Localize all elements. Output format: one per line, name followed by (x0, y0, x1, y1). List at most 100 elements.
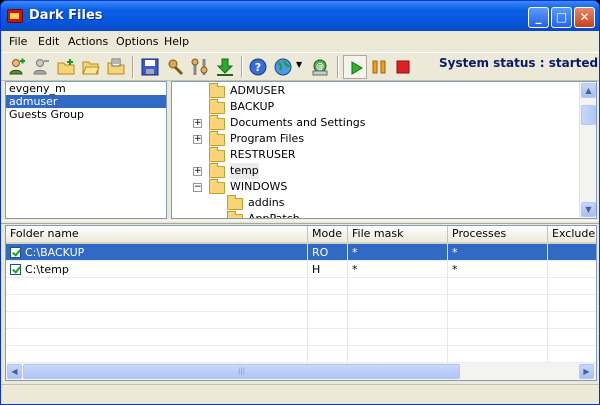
scroll-down-icon[interactable]: ▼ (581, 202, 596, 217)
network-icon[interactable]: @ (311, 58, 329, 76)
cell-folder: C:\temp (6, 261, 308, 278)
menu-file[interactable]: File (9, 35, 27, 48)
start-button[interactable] (343, 55, 367, 79)
add-folder-icon[interactable] (57, 58, 75, 76)
cell-text: * (452, 246, 458, 259)
cell-folder (6, 278, 308, 295)
open-folder-icon[interactable] (82, 58, 100, 76)
tree-item[interactable]: − WINDOWS (172, 179, 577, 195)
table-row[interactable]: C:\temp H * * (6, 261, 596, 278)
tree-item[interactable]: + temp (172, 163, 577, 179)
table-row[interactable] (6, 329, 596, 346)
cell-text: RO (312, 246, 329, 259)
folder-icon (209, 147, 225, 162)
grid-horizontal-scrollbar[interactable]: ◀ ||| ▶ (6, 363, 596, 380)
cell-text: * (352, 263, 358, 276)
folder-tree[interactable]: ADMUSER BACKUP + Documents and Settings + Pro… (171, 81, 597, 219)
row-checkbox[interactable] (10, 264, 21, 275)
user-item-admuser[interactable]: admuser (6, 95, 166, 108)
tree-item[interactable]: + Documents and Settings (172, 115, 577, 131)
cell-folder (6, 295, 308, 312)
scroll-thumb[interactable] (581, 105, 596, 125)
start-icon (351, 61, 363, 75)
pause-icon[interactable] (370, 58, 388, 76)
cell-mask (348, 312, 448, 329)
app-icon[interactable] (7, 9, 23, 23)
chevron-down-icon[interactable]: ▼ (296, 60, 302, 69)
cell-processes: * (448, 261, 548, 278)
table-row[interactable] (6, 312, 596, 329)
table-row[interactable]: C:\BACKUP RO * * (6, 244, 596, 261)
menu-options[interactable]: Options (116, 35, 158, 48)
settings-icon[interactable] (166, 58, 184, 76)
window-title: Dark Files (29, 8, 103, 23)
remove-user-icon[interactable] (32, 58, 50, 76)
tree-item[interactable]: RESTRUSER (172, 147, 577, 163)
cell-mode (308, 346, 348, 363)
tree-item[interactable]: ADMUSER (172, 83, 577, 99)
row-checkbox[interactable] (10, 247, 21, 258)
tree-item[interactable]: AppPatch (172, 211, 577, 219)
tree-item-label: addins (248, 196, 285, 209)
scroll-thumb[interactable]: ||| (23, 364, 460, 379)
save-icon[interactable] (141, 58, 159, 76)
menu-help[interactable]: Help (164, 35, 189, 48)
column-exclude[interactable]: Exclude (548, 226, 596, 242)
cell-processes (448, 278, 548, 295)
user-item-guests-group[interactable]: Guests Group (6, 108, 166, 121)
maximize-button[interactable]: □ (551, 7, 572, 28)
user-item-evgeny-m[interactable]: evgeny_m (6, 82, 166, 95)
cell-mode (308, 278, 348, 295)
tree-item-label: Documents and Settings (230, 116, 366, 129)
collapse-icon[interactable]: − (193, 183, 202, 192)
folder-properties-icon[interactable] (107, 58, 125, 76)
user-list[interactable]: evgeny_m admuser Guests Group (5, 81, 167, 219)
table-row[interactable] (6, 295, 596, 312)
stop-icon[interactable] (394, 58, 412, 76)
download-icon[interactable] (216, 58, 234, 76)
tools-icon[interactable] (191, 58, 209, 76)
minimize-button[interactable]: _ (528, 7, 549, 28)
tree-item-label: AppPatch (248, 212, 300, 219)
cell-mask: * (348, 244, 448, 261)
column-file-mask[interactable]: File mask (348, 226, 448, 242)
menu-edit[interactable]: Edit (38, 35, 59, 48)
expand-icon[interactable]: + (193, 135, 202, 144)
cell-exclude (548, 244, 596, 261)
tree-item[interactable]: BACKUP (172, 99, 577, 115)
column-folder-name[interactable]: Folder name (6, 226, 308, 242)
panel-splitter[interactable] (1, 220, 599, 224)
cell-processes (448, 329, 548, 346)
expand-icon[interactable]: + (193, 167, 202, 176)
cell-mask (348, 278, 448, 295)
folder-icon (227, 195, 243, 210)
column-processes[interactable]: Processes (448, 226, 548, 242)
add-user-icon[interactable] (8, 58, 26, 76)
cell-text: H (312, 263, 321, 276)
scroll-up-icon[interactable]: ▲ (581, 83, 596, 98)
scroll-right-icon[interactable]: ▶ (579, 364, 594, 379)
cell-mask (348, 346, 448, 363)
tree-item[interactable]: addins (172, 195, 577, 211)
expand-icon[interactable]: + (193, 119, 202, 128)
column-mode[interactable]: Mode (308, 226, 348, 242)
title-bar[interactable]: Dark Files _ □ ✕ (1, 1, 599, 31)
cell-folder: C:\BACKUP (6, 244, 308, 261)
cell-folder (6, 346, 308, 363)
table-row[interactable] (6, 278, 596, 295)
tree-vertical-scrollbar[interactable]: ▲ ▼ (579, 82, 596, 218)
menu-actions[interactable]: Actions (68, 35, 108, 48)
globe-icon[interactable] (274, 58, 292, 76)
cell-mask (348, 329, 448, 346)
table-row[interactable] (6, 346, 596, 363)
cell-exclude (548, 278, 596, 295)
scroll-left-icon[interactable]: ◀ (7, 364, 22, 379)
cell-text: C:\BACKUP (25, 246, 85, 259)
tree-item-label: temp (230, 163, 259, 179)
help-icon[interactable]: ? (249, 58, 267, 76)
tree-item[interactable]: + Program Files (172, 131, 577, 147)
close-button[interactable]: ✕ (574, 7, 595, 28)
folder-icon (209, 163, 225, 178)
cell-text: C:\temp (25, 263, 69, 276)
folder-icon (209, 131, 225, 146)
